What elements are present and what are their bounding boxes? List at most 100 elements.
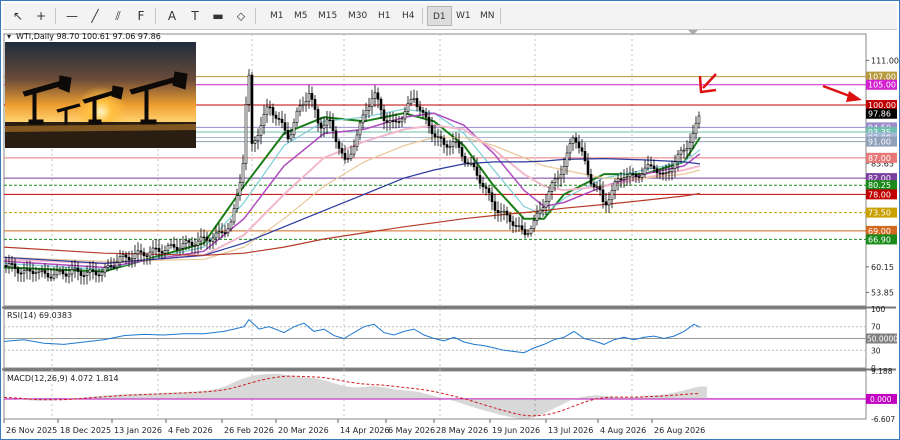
candle-body	[70, 269, 74, 275]
candle-body	[106, 265, 110, 268]
candle-body	[295, 110, 299, 123]
candle-body	[385, 120, 389, 123]
macd-tick-label: -6.607	[871, 415, 895, 424]
candle-body	[514, 225, 518, 227]
candle-body	[76, 267, 80, 272]
candle-body	[277, 118, 281, 120]
candle-body	[490, 192, 494, 202]
candle-body	[154, 247, 158, 250]
candle-body	[328, 119, 332, 122]
candle-body	[460, 147, 464, 157]
candle-body	[283, 122, 287, 131]
candle-body	[565, 152, 569, 167]
candle-body	[454, 141, 458, 143]
candle-body	[40, 270, 44, 272]
candle-body	[16, 268, 20, 274]
candle-body	[493, 201, 497, 211]
macd-panel	[3, 370, 867, 420]
candle-body	[49, 276, 53, 279]
candle-body	[409, 99, 413, 104]
candle-body	[652, 165, 656, 169]
candle-body	[430, 125, 434, 134]
candle-body	[568, 143, 572, 154]
candle-body	[325, 119, 329, 126]
candle-body	[199, 236, 203, 242]
candle-body	[4, 265, 8, 268]
candle-body	[271, 107, 275, 116]
candle-body	[208, 239, 212, 242]
price-level-label: 66.90	[868, 235, 891, 244]
x-tick-label: 26 Feb 2026	[224, 426, 274, 435]
candle-body	[232, 208, 236, 223]
candle-body	[670, 168, 674, 172]
candle-body	[370, 98, 374, 107]
candle-body	[526, 233, 530, 235]
y-tick-label: 53.85	[871, 288, 894, 297]
candle-body	[97, 274, 101, 277]
candle-body	[229, 221, 233, 230]
candle-body	[463, 156, 467, 163]
candle-body	[88, 269, 92, 273]
candle-body	[130, 258, 134, 261]
price-level-label: 100.00	[868, 101, 896, 110]
symbol-ohlc-label: WTI,Daily 98.70 100.61 97.06 97.86	[16, 32, 161, 41]
candle-body	[352, 146, 356, 155]
candle-body	[340, 148, 344, 154]
candle-body	[91, 269, 95, 272]
candle-body	[613, 181, 617, 191]
candle-body	[376, 92, 380, 100]
candle-body	[73, 267, 77, 270]
y-tick-label: 111.00	[871, 56, 899, 65]
candle-body	[364, 110, 368, 116]
candle-body	[79, 271, 83, 276]
candle-body	[13, 263, 17, 269]
candle-body	[202, 236, 206, 239]
candle-body	[475, 166, 479, 176]
rsi-tick-label: 100	[871, 305, 886, 314]
candle-body	[562, 165, 566, 175]
candle-body	[694, 122, 698, 134]
macd-tick-label: 0.000	[870, 395, 892, 404]
candle-body	[583, 151, 587, 162]
candle-body	[151, 247, 155, 253]
candle-body	[610, 190, 614, 201]
candle-body	[313, 99, 317, 110]
candle-body	[481, 182, 485, 188]
price-level-label: 91.00	[868, 138, 891, 147]
candle-body	[655, 168, 659, 174]
candle-body	[166, 245, 170, 251]
candle-body	[574, 137, 578, 143]
candle-body	[625, 176, 629, 179]
candle-body	[673, 161, 677, 170]
candle-body	[676, 153, 680, 163]
candle-body	[541, 207, 545, 211]
candle-body	[289, 134, 293, 140]
x-tick-label: 4 Feb 2026	[168, 426, 213, 435]
x-tick-label: 6 May 2026	[388, 426, 435, 435]
candle-body	[484, 186, 488, 189]
candle-body	[190, 241, 194, 246]
candle-body	[556, 177, 560, 180]
candle-body	[634, 174, 638, 177]
candle-body	[424, 112, 428, 118]
candle-body	[181, 243, 185, 249]
candle-body	[259, 125, 263, 136]
candle-body	[304, 100, 308, 106]
candle-body	[136, 250, 140, 255]
candle-body	[301, 104, 305, 107]
candle-body	[502, 210, 506, 213]
candle-body	[298, 105, 302, 112]
candle-body	[61, 270, 65, 275]
candle-body	[697, 115, 701, 124]
candle-body	[550, 182, 554, 192]
candle-body	[103, 267, 107, 273]
candle-body	[547, 191, 551, 202]
candle-body	[85, 271, 89, 277]
candle-body	[349, 153, 353, 159]
candle-body	[214, 232, 218, 239]
candle-body	[598, 186, 602, 191]
candle-body	[619, 178, 623, 181]
candle-body	[442, 138, 446, 145]
candle-body	[691, 132, 695, 143]
candle-body	[487, 188, 491, 194]
